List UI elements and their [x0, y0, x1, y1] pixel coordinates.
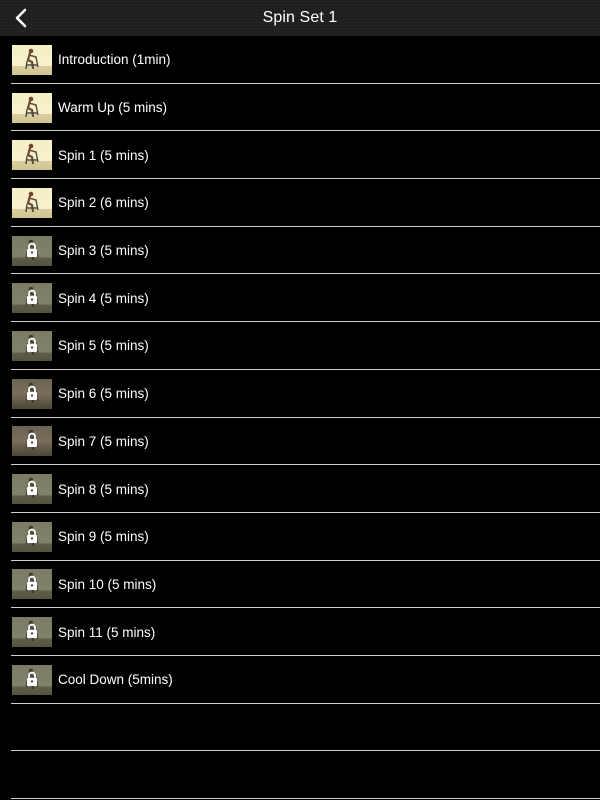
- list-item-label: Spin 3 (5 mins): [58, 243, 149, 259]
- video-thumbnail: [12, 330, 52, 361]
- list-item-label: Spin 8 (5 mins): [58, 481, 149, 497]
- list-item[interactable]: Spin 7 (5 mins): [0, 418, 600, 466]
- list-item-label: Spin 2 (6 mins): [58, 195, 149, 211]
- lock-icon: [27, 576, 37, 591]
- list-item-label: Introduction (1min): [58, 52, 171, 68]
- list-item-label: Warm Up (5 mins): [58, 100, 168, 116]
- list-item-label: Spin 6 (5 mins): [58, 386, 149, 402]
- list-item-label: Spin 9 (5 mins): [58, 529, 149, 545]
- list-item[interactable]: Spin 4 (5 mins): [0, 274, 600, 322]
- list-item[interactable]: Spin 5 (5 mins): [0, 322, 600, 370]
- lock-icon: [27, 528, 37, 543]
- navigation-bar: Spin Set 1: [0, 0, 600, 36]
- video-thumbnail: [12, 474, 52, 505]
- cyclist-image: [25, 143, 39, 165]
- list-item-label: Spin 4 (5 mins): [58, 290, 149, 306]
- video-thumbnail: [12, 92, 52, 123]
- video-thumbnail: [12, 569, 52, 600]
- list-item[interactable]: Spin 2 (6 mins): [0, 179, 600, 227]
- video-thumbnail: [12, 664, 52, 695]
- list-item[interactable]: Spin 8 (5 mins): [0, 465, 600, 513]
- list-item[interactable]: Spin 6 (5 mins): [0, 370, 600, 418]
- video-thumbnail: [12, 283, 52, 314]
- list-item[interactable]: Warm Up (5 mins): [0, 84, 600, 132]
- video-thumbnail: [12, 235, 52, 266]
- list-item[interactable]: Spin 10 (5 mins): [0, 561, 600, 609]
- lock-icon: [27, 433, 37, 448]
- video-thumbnail: [12, 44, 52, 75]
- list-item-label: Spin 1 (5 mins): [58, 147, 149, 163]
- list-item[interactable]: Introduction (1min): [0, 36, 600, 84]
- list-item[interactable]: Spin 9 (5 mins): [0, 513, 600, 561]
- lock-icon: [27, 623, 37, 639]
- cyclist-image: [25, 96, 39, 117]
- list-item-label: Spin 11 (5 mins): [58, 624, 156, 640]
- page-title: Spin Set 1: [262, 9, 338, 26]
- cyclist-image: [25, 48, 39, 69]
- session-list: Introduction (1min) Warm Up (5 mins) Spi…: [0, 36, 600, 799]
- list-item-label: Cool Down (5mins): [58, 672, 173, 688]
- video-thumbnail: [12, 426, 52, 457]
- video-thumbnail: [12, 140, 52, 171]
- lock-icon: [27, 480, 37, 496]
- video-thumbnail: [12, 521, 52, 552]
- list-item[interactable]: Spin 3 (5 mins): [0, 227, 600, 275]
- list-item-label: Spin 5 (5 mins): [58, 338, 149, 354]
- video-thumbnail: [12, 378, 52, 409]
- list-item-label: Spin 10 (5 mins): [58, 576, 157, 592]
- list-item[interactable]: Spin 11 (5 mins): [0, 608, 600, 656]
- lock-icon: [27, 385, 37, 400]
- lock-icon: [27, 671, 37, 686]
- list-item[interactable]: Spin 1 (5 mins): [0, 131, 600, 179]
- lock-icon: [27, 337, 37, 352]
- cyclist-image: [25, 191, 39, 213]
- list-item[interactable]: Cool Down (5mins): [0, 656, 600, 704]
- empty-list-row: [0, 751, 600, 799]
- lock-icon: [27, 289, 37, 305]
- back-button[interactable]: [8, 4, 34, 32]
- chevron-left-icon: [15, 8, 27, 28]
- video-thumbnail: [12, 617, 52, 648]
- empty-list-row: [0, 704, 600, 752]
- video-thumbnail: [12, 187, 52, 218]
- list-item-label: Spin 7 (5 mins): [58, 433, 149, 449]
- lock-icon: [27, 242, 37, 257]
